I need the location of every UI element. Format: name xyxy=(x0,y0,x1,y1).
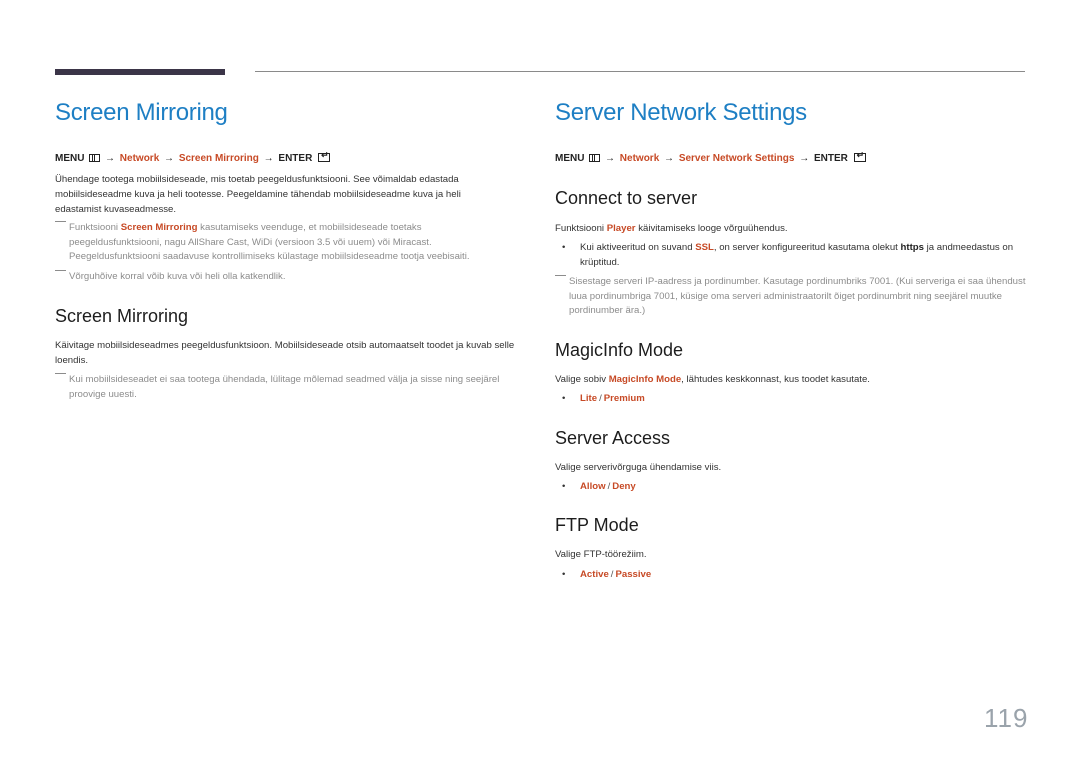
highlight-player: Player xyxy=(606,223,636,234)
option-allow[interactable]: Allow xyxy=(580,481,606,492)
header-accent-bar xyxy=(55,69,225,75)
option-active[interactable]: Active xyxy=(580,569,609,580)
enter-label: ENTER xyxy=(813,153,848,164)
arrow-icon: → xyxy=(105,153,116,164)
magicinfo-body: Valige sobiv MagicInfo Mode, lähtudes ke… xyxy=(555,374,870,385)
option-deny[interactable]: Deny xyxy=(612,481,635,492)
menu-path-network[interactable]: Network xyxy=(120,153,159,164)
menu-path: MENU → Network → Server Network Settings… xyxy=(555,150,866,164)
note-dash-icon xyxy=(55,221,66,222)
highlight-https: https xyxy=(900,242,924,253)
page-title-server-network-settings: Server Network Settings xyxy=(555,99,807,126)
highlight-screen-mirroring: Screen Mirroring xyxy=(120,222,198,233)
arrow-icon: → xyxy=(664,153,675,164)
note-screen-mirroring-support: Funktsiooni Screen Mirroring kasutamisek… xyxy=(55,221,509,265)
bullet-icon: • xyxy=(562,242,566,253)
arrow-icon: → xyxy=(164,153,175,164)
highlight-ssl: SSL xyxy=(695,242,714,253)
note-dash-icon xyxy=(555,275,566,276)
option-passive[interactable]: Passive xyxy=(615,569,651,580)
option-lite[interactable]: Lite xyxy=(580,393,597,404)
bullet-icon: • xyxy=(562,393,566,404)
arrow-icon: → xyxy=(605,153,616,164)
note-port-number: Sisestage serveri IP-aadress ja pordinum… xyxy=(555,275,1029,319)
section-title-screen-mirroring: Screen Mirroring xyxy=(55,306,189,326)
header-divider xyxy=(255,71,1025,72)
note-network-load: Võrguhõive korral võib kuva või heli oll… xyxy=(55,270,509,285)
section-title-server-access: Server Access xyxy=(555,428,671,448)
menu-path-network[interactable]: Network xyxy=(620,153,659,164)
menu-icon xyxy=(589,154,601,162)
menu-path-screen-mirroring[interactable]: Screen Mirroring xyxy=(179,153,259,164)
section-title-connect-to-server: Connect to server xyxy=(555,188,698,208)
option-premium[interactable]: Premium xyxy=(604,393,645,404)
menu-icon xyxy=(89,154,101,162)
menu-path-server-network-settings[interactable]: Server Network Settings xyxy=(679,153,795,164)
page-number: 119 xyxy=(984,703,1029,733)
enter-icon xyxy=(318,150,331,162)
ftp-options: • Active / Passive xyxy=(555,568,651,583)
bullet-icon: • xyxy=(562,481,566,492)
enter-icon xyxy=(853,150,866,162)
menu-label: MENU xyxy=(55,153,85,164)
enter-label: ENTER xyxy=(278,153,313,164)
page-title-screen-mirroring: Screen Mirroring xyxy=(55,99,228,126)
server-access-body: Valige serverivõrguga ühendamise viis. xyxy=(555,462,722,473)
section-title-magicinfo-mode: MagicInfo Mode xyxy=(555,340,684,360)
arrow-icon: → xyxy=(799,153,810,164)
ftp-body: Valige FTP-töörežiim. xyxy=(555,549,647,560)
bullet-icon: • xyxy=(562,569,566,580)
menu-path: MENU → Network → Screen Mirroring → ENTE… xyxy=(55,150,331,164)
connect-body: Funktsiooni Player käivitamiseks looge v… xyxy=(555,223,788,234)
highlight-magicinfo-mode: MagicInfo Mode xyxy=(608,374,682,385)
intro-paragraph: Ühendage tootega mobiilsideseade, mis to… xyxy=(55,174,461,215)
note-reconnect: Kui mobiilsideseadet ei saa tootega ühen… xyxy=(55,373,537,402)
menu-label: MENU xyxy=(555,153,585,164)
magicinfo-options: • Lite / Premium xyxy=(555,392,645,407)
section-title-ftp-mode: FTP Mode xyxy=(555,515,639,535)
arrow-icon: → xyxy=(263,153,274,164)
note-dash-icon xyxy=(55,373,66,374)
note-dash-icon xyxy=(55,270,66,271)
server-access-options: • Allow / Deny xyxy=(555,480,636,495)
section-body-screen-mirroring: Käivitage mobiilsideseadmes peegeldusfun… xyxy=(55,340,515,366)
connect-ssl-bullet: • Kui aktiveeritud on suvand SSL, on ser… xyxy=(562,242,1014,268)
